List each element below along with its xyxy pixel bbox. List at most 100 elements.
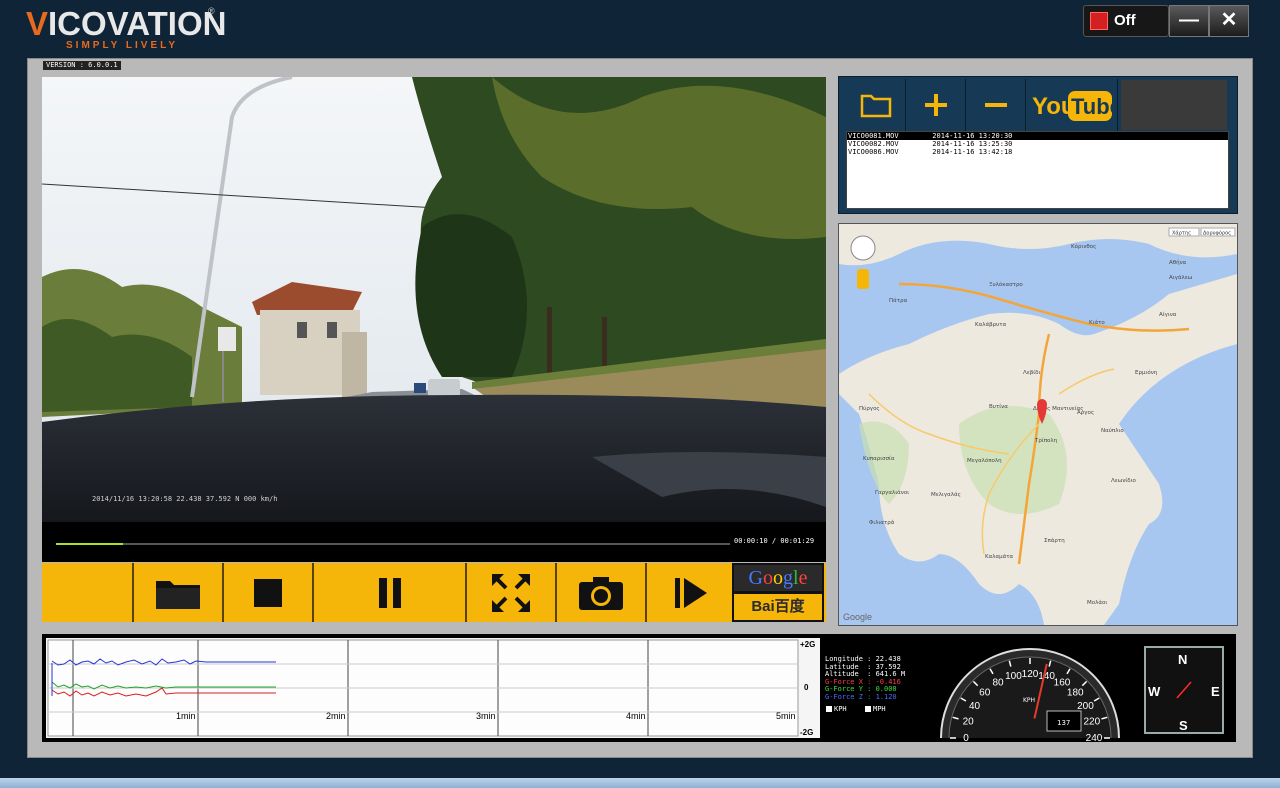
- map-canvas: Χάρτης Δορυφόρος Πάτρα Κόρινθος Αθήνα Τρίπο…: [839, 224, 1237, 625]
- open-folder-button[interactable]: [132, 563, 222, 622]
- speed-tick-label: 240: [1086, 733, 1103, 742]
- add-icon: [925, 94, 947, 116]
- record-toggle-button[interactable]: Off: [1083, 5, 1169, 37]
- speedometer-gauge: 020406080100 120 140160180200220240 KPH 13…: [940, 648, 1120, 744]
- youtube-icon: You Tube: [1032, 91, 1114, 121]
- logo-v: V: [26, 5, 49, 42]
- gps-map[interactable]: Χάρτης Δορυφόρος Πάτρα Κόρινθος Αθήνα Τρίπο…: [838, 223, 1238, 626]
- mph-checkbox[interactable]: [865, 706, 871, 712]
- speed-tick-label: 80: [992, 678, 1004, 689]
- next-frame-icon: [674, 577, 707, 608]
- video-overlay-text: 2014/11/16 13:20:58 22.438 37.592 N 000 …: [92, 495, 277, 503]
- fullscreen-icon: [492, 573, 530, 612]
- stop-button[interactable]: [222, 563, 312, 622]
- video-player[interactable]: 2014/11/16 13:20:58 22.438 37.592 N 000 …: [42, 77, 826, 522]
- telemetry-line: G-Force Z : 1.120: [825, 692, 897, 701]
- satellite-type-label: Δορυφόρος: [1203, 230, 1231, 237]
- vicovation-logo: VICOVATION SIMPLY LIVELY ®: [26, 6, 226, 56]
- map-attribution: Google: [843, 612, 872, 622]
- blank-control: [42, 563, 132, 622]
- map-place-label: Αίγινα: [1159, 311, 1177, 318]
- map-place-label: Φιλιατρά: [869, 519, 895, 526]
- map-place-label: Λεβίδι: [1023, 369, 1040, 376]
- youtube-upload-button[interactable]: You Tube: [1027, 79, 1118, 131]
- speed-tick-label: 200: [1077, 701, 1094, 712]
- y-label-minus2g: -2G: [800, 728, 813, 737]
- playlist-open-button[interactable]: [847, 79, 906, 131]
- speed-tick-label: 220: [1083, 716, 1100, 727]
- seek-slider[interactable]: [56, 543, 730, 545]
- map-place-label: Τρίπολη: [1034, 437, 1058, 444]
- compass-east: E: [1211, 684, 1220, 699]
- compass-north: N: [1178, 652, 1187, 667]
- map-pegman[interactable]: [857, 269, 869, 289]
- x-label-3min: 3min: [476, 711, 496, 721]
- compass-south: S: [1179, 718, 1188, 733]
- kph-label: KPH: [834, 705, 847, 713]
- fullscreen-button[interactable]: [465, 563, 555, 622]
- x-label-1min: 1min: [176, 711, 196, 721]
- seek-progress: [56, 543, 124, 545]
- map-place-label: Μεγαλόπολη: [967, 457, 1002, 464]
- pause-icon: [378, 577, 401, 608]
- record-indicator-icon: [1090, 12, 1108, 30]
- map-type-label: Χάρτης: [1172, 230, 1191, 237]
- y-label-zero: 0: [804, 683, 809, 692]
- pause-button[interactable]: [312, 563, 465, 622]
- map-place-label: Κιάτο: [1089, 319, 1105, 326]
- telemetry-panel: +2G 0 -2G 1min 2min 3min 4min 5min Longi…: [42, 634, 1236, 744]
- baidu-search-button[interactable]: Bai百度: [734, 594, 822, 620]
- x-label-2min: 2min: [326, 711, 346, 721]
- playlist-list[interactable]: VICO0081.MOV 2014-11-16 13:20:30 VICO008…: [846, 131, 1229, 209]
- map-place-label: Γαργαλιάνοι: [875, 489, 909, 496]
- playlist-panel: You Tube VICO0081.MOV 2014-11-16 13:20:3…: [838, 76, 1238, 214]
- list-item[interactable]: VICO0086.MOV 2014-11-16 13:42:18: [847, 148, 1228, 156]
- logo-registered: ®: [208, 6, 215, 16]
- speed-unit: KPH: [1023, 697, 1035, 704]
- playlist-add-button[interactable]: [907, 79, 966, 131]
- map-place-label: Σπάρτη: [1044, 537, 1065, 544]
- map-place-label: Ξυλόκαστρο: [989, 281, 1023, 288]
- snapshot-button[interactable]: [555, 563, 645, 622]
- playlist-remove-button[interactable]: [967, 79, 1026, 131]
- close-button[interactable]: ✕: [1209, 5, 1249, 37]
- gforce-chart: +2G 0 -2G 1min 2min 3min 4min 5min: [46, 638, 820, 738]
- map-place-label: Μολάοι: [1087, 599, 1107, 606]
- map-place-label: Λεωνίδιο: [1111, 477, 1137, 484]
- map-pan-control[interactable]: [850, 235, 876, 261]
- x-label-5min: 5min: [776, 711, 796, 721]
- kph-checkbox[interactable]: [826, 706, 832, 712]
- map-place-label: Μελιγαλάς: [931, 491, 961, 498]
- gforce-chart-canvas: +2G 0 -2G 1min 2min 3min 4min 5min: [47, 639, 815, 737]
- telemetry-readout: Longitude : 22.438 Latitude : 37.592 Altit…: [825, 655, 905, 702]
- map-place-label: Ναύπλιο: [1101, 427, 1124, 434]
- camera-icon: [579, 576, 623, 610]
- compass: N S E W: [1144, 646, 1224, 734]
- x-label-4min: 4min: [626, 711, 646, 721]
- playlist-toolbar-spacer: [1121, 80, 1227, 130]
- list-item[interactable]: VICO0081.MOV 2014-11-16 13:20:30: [847, 132, 1228, 140]
- map-place-label: Πύργος: [859, 405, 880, 412]
- record-toggle-label: Off: [1114, 12, 1136, 29]
- map-place-label: Ερμιόνη: [1135, 369, 1158, 376]
- map-place-label: Βυτίνα: [989, 403, 1008, 410]
- map-place-label: Καλάβρυτα: [975, 321, 1007, 328]
- next-frame-button[interactable]: [645, 563, 734, 622]
- speed-tick-label: 180: [1067, 688, 1084, 699]
- speed-value: 137: [1057, 719, 1070, 727]
- map-place-label: Κυπαρισσία: [863, 455, 895, 462]
- map-place-label: Αθήνα: [1169, 259, 1187, 266]
- list-item[interactable]: VICO0082.MOV 2014-11-16 13:25:30: [847, 140, 1228, 148]
- version-label: VERSION : 6.0.0.1: [43, 61, 121, 70]
- remove-icon: [985, 103, 1007, 107]
- speed-tick-label: 120: [1022, 669, 1039, 680]
- speedometer: 0 20 40 60 80 100 120 140 160 180 200 220 240 KPH 13…: [935, 634, 1125, 744]
- map-place-label: Κόρινθος: [1071, 243, 1096, 250]
- mph-option[interactable]: MPH: [865, 705, 886, 713]
- minimize-button[interactable]: —: [1169, 5, 1209, 37]
- map-place-label: Καλαμάτα: [985, 553, 1014, 560]
- speed-tick-label: 60: [979, 688, 991, 699]
- google-search-button[interactable]: Google: [734, 565, 822, 591]
- kph-option[interactable]: KPH: [826, 705, 847, 713]
- playback-controls: Google Bai百度: [42, 563, 826, 622]
